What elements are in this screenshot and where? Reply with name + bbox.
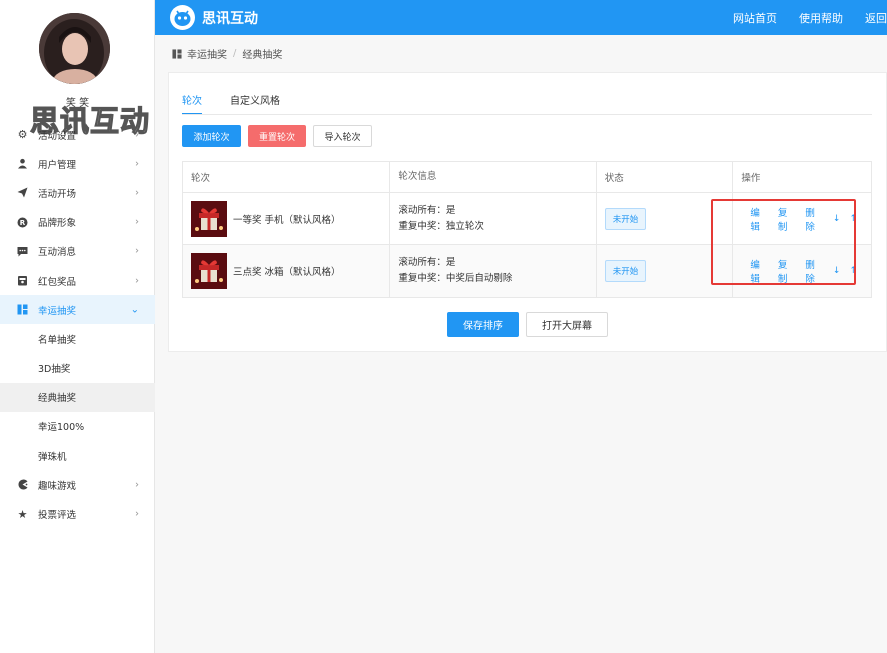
round-info-repeat: 重复中奖：独立轮次 [398,220,484,232]
sidebar-item-user-management[interactable]: 用户管理 › [0,149,155,178]
sidebar-item-label: 活动开场 [38,188,77,200]
sidebar-menu: ⚙ 活动设置 › 用户管理 › 活动开场 › R 品牌形象 › 互动消息 › 红… [0,120,155,529]
tab-bar: 轮次 自定义风格 [182,92,308,115]
round-info-repeat: 重复中奖：中奖后自动剔除 [398,273,513,284]
sidebar-item-label: 活动设置 [38,130,77,142]
chevron-right-icon: › [135,158,139,170]
tab-divider [182,114,872,115]
sidebar-item-lottery[interactable]: 幸运抽奖 ⌄ [0,295,155,325]
save-order-button[interactable]: 保存排序 [447,312,519,337]
import-rounds-button[interactable]: 导入轮次 [313,125,372,147]
gift-icon [16,274,29,287]
breadcrumb-separator: / [233,48,237,59]
sidebar-item-opening[interactable]: 活动开场 › [0,178,155,207]
sidebar-item-label: 红包奖品 [38,276,77,288]
highlight-box [711,199,856,285]
submenu-item-pinball[interactable]: 弹珠机 [0,441,155,470]
column-header-info: 轮次信息 [390,162,597,192]
header-nav: 网站首页 使用帮助 返回 [711,10,887,26]
round-name: 一等奖 手机（默认风格） [233,214,341,226]
chevron-right-icon: › [135,129,139,141]
round-info-scroll: 滚动所有：是 [398,257,456,268]
chevron-right-icon: › [135,479,139,491]
sidebar: 笑 笑 思讯互动 ⚙ 活动设置 › 用户管理 › 活动开场 › R 品牌形象 ›… [0,0,155,653]
sidebar-item-label: 幸运抽奖 [38,305,77,317]
pacman-icon [16,478,29,491]
add-round-button[interactable]: 添加轮次 [182,125,241,147]
status-badge: 未开始 [604,207,647,230]
breadcrumb: 幸运抽奖 / 经典抽奖 [172,46,282,61]
sidebar-item-label: 趣味游戏 [38,480,77,492]
brand-logo-icon[interactable] [170,5,195,30]
lottery-icon [16,303,29,316]
sidebar-item-redpacket[interactable]: 红包奖品 › [0,266,155,295]
star-icon: ★ [17,507,28,521]
submenu-item-lucky-100[interactable]: 幸运100% [0,412,155,441]
chevron-right-icon: › [135,187,139,199]
tab-rounds[interactable]: 轮次 [182,92,202,115]
sidebar-item-label: 用户管理 [38,159,77,171]
sidebar-item-voting[interactable]: ★ 投票评选 › [0,499,155,528]
brand-name: 思讯互动 [202,11,258,27]
top-header: 思讯互动 网站首页 使用帮助 返回 [155,0,887,35]
submenu-item-3d-lottery[interactable]: 3D抽奖 [0,354,155,383]
prize-image [191,200,227,237]
chevron-right-icon: › [135,275,139,287]
nav-help-link[interactable]: 使用帮助 [799,10,843,26]
sidebar-item-label: 互动消息 [38,247,77,259]
submenu-item-classic-lottery[interactable]: 经典抽奖 [0,382,155,412]
sidebar-item-label: 投票评选 [38,510,77,522]
column-header-status: 状态 [597,162,734,192]
breadcrumb-parent[interactable]: 幸运抽奖 [187,46,227,61]
sidebar-item-brand[interactable]: R 品牌形象 › [0,208,155,237]
round-info-scroll: 滚动所有：是 [398,204,456,216]
status-badge: 未开始 [604,260,647,282]
submenu-item-list-lottery[interactable]: 名单抽奖 [0,324,155,353]
round-name: 三点奖 冰箱（默认风格） [233,267,341,278]
lottery-icon [172,48,182,59]
chevron-right-icon: › [135,508,139,520]
sidebar-item-games[interactable]: 趣味游戏 › [0,470,155,499]
sidebar-item-activity-settings[interactable]: ⚙ 活动设置 › [0,120,155,149]
tab-custom-style[interactable]: 自定义风格 [230,92,280,115]
reset-rounds-button[interactable]: 重置轮次 [248,125,306,147]
send-icon [16,186,29,199]
svg-text:R: R [20,219,26,227]
gears-icon: ⚙ [17,128,28,142]
user-icon [16,157,29,170]
nav-back-link[interactable]: 返回 [865,10,887,26]
column-header-round: 轮次 [183,162,391,192]
prize-image [191,253,227,289]
column-header-actions: 操作 [741,173,761,184]
chat-icon [16,245,29,258]
chevron-down-icon: ⌄ [130,304,139,316]
sidebar-item-messages[interactable]: 互动消息 › [0,237,155,266]
sidebar-item-label: 品牌形象 [38,218,77,230]
chevron-right-icon: › [135,245,139,257]
nav-home-link[interactable]: 网站首页 [733,10,777,26]
open-big-screen-button[interactable]: 打开大屏幕 [526,312,608,337]
table-header: 轮次 轮次信息 状态 操作 [183,162,871,193]
breadcrumb-current: 经典抽奖 [242,50,283,61]
avatar[interactable] [39,13,110,84]
registered-icon: R [16,216,29,229]
chevron-right-icon: › [135,216,139,228]
